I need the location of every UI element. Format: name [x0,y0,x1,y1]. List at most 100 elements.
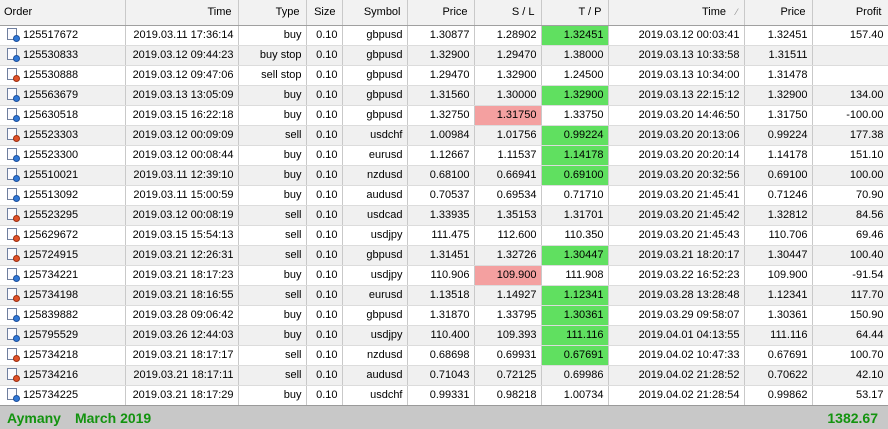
profit-cell: -100.00 [812,105,888,126]
column-header-sl[interactable]: S / L [474,0,542,26]
table-row[interactable]: 125523300 2019.03.12 00:08:44 buy 0.10 eurus… [0,145,888,166]
order-cell: 125734198 [0,285,126,306]
table-row[interactable]: 125563679 2019.03.13 13:05:09 buy 0.10 gbpus… [0,85,888,106]
size-cell: 0.10 [306,345,343,366]
profit-cell: 150.90 [812,305,888,326]
close-time-cell: 2019.03.29 09:58:07 [608,305,745,326]
size-cell: 0.10 [306,305,343,326]
order-number: 125530888 [23,69,79,81]
type-cell: buy [238,185,307,206]
close-price-cell: 0.99224 [744,125,813,146]
symbol-cell: gbpusd [342,105,408,126]
table-row[interactable]: 125530833 2019.03.12 09:44:23 buy stop 0.10… [0,45,888,66]
time-cell: 2019.03.15 15:54:13 [125,225,239,246]
buy-order-icon [7,28,20,42]
order-cell: 125795529 [0,325,126,346]
close-time-cell: 2019.03.20 20:20:14 [608,145,745,166]
order-cell: 125629672 [0,225,126,246]
time-cell: 2019.03.21 12:26:31 [125,245,239,266]
column-header-profit[interactable]: Profit [812,0,888,26]
profit-cell: 100.70 [812,345,888,366]
column-header-sl-label: S / L [511,6,535,19]
tp-cell: 0.69100 [541,165,609,186]
column-header-time[interactable]: Time [125,0,239,26]
table-row[interactable]: 125513092 2019.03.11 15:00:59 buy 0.10 audus… [0,185,888,206]
close-time-cell: 2019.04.02 21:28:54 [608,385,745,406]
table-row[interactable]: 125724915 2019.03.21 12:26:31 sell 0.10 gbpu… [0,245,888,266]
symbol-cell: usdcad [342,205,408,226]
table-row[interactable]: 125734198 2019.03.21 18:16:55 sell 0.10 euru… [0,285,888,306]
table-row[interactable]: 125530888 2019.03.12 09:47:06 sell stop 0.1… [0,65,888,86]
buy-order-icon [7,48,20,62]
order-cell: 125839882 [0,305,126,326]
sl-cell: 0.69931 [474,345,542,366]
table-row[interactable]: 125734216 2019.03.21 18:17:11 sell 0.10 audu… [0,365,888,386]
table-row[interactable]: 125629672 2019.03.15 15:54:13 sell 0.10 usdj… [0,225,888,246]
order-cell: 125734218 [0,345,126,366]
symbol-cell: eurusd [342,145,408,166]
column-header-close-time[interactable]: Time ⁄ [608,0,745,26]
column-header-symbol-label: Symbol [363,6,401,19]
table-row[interactable]: 125630518 2019.03.15 16:22:18 buy 0.10 gbpus… [0,105,888,126]
price-cell: 111.475 [407,225,475,246]
column-header-order[interactable]: Order [0,0,126,26]
symbol-cell: usdchf [342,125,408,146]
table-row[interactable]: 125734225 2019.03.21 18:17:29 buy 0.10 usdch… [0,385,888,406]
price-cell: 1.31451 [407,245,475,266]
table-row[interactable]: 125839882 2019.03.28 09:06:42 buy 0.10 gbpus… [0,305,888,326]
order-cell: 125724915 [0,245,126,266]
table-row[interactable]: 125795529 2019.03.26 12:44:03 buy 0.10 usdjp… [0,325,888,346]
column-header-close-price[interactable]: Price [744,0,813,26]
time-cell: 2019.03.21 18:17:11 [125,365,239,386]
order-number: 125530833 [23,49,79,61]
table-row[interactable]: 125510021 2019.03.11 12:39:10 buy 0.10 nzdus… [0,165,888,186]
order-number: 125629672 [23,229,79,241]
tp-cell: 1.33750 [541,105,609,126]
column-header-type-label: Type [275,6,300,19]
price-cell: 110.906 [407,265,475,286]
order-number: 125523295 [23,209,79,221]
sell-order-icon [7,68,20,82]
symbol-cell: nzdusd [342,165,408,186]
column-header-symbol[interactable]: Symbol [342,0,408,26]
column-header-tp[interactable]: T / P [541,0,609,26]
order-cell: 125734221 [0,265,126,286]
table-row[interactable]: 125523295 2019.03.12 00:08:19 sell 0.10 usdc… [0,205,888,226]
column-header-order-label: Order [4,6,33,19]
size-cell: 0.10 [306,145,343,166]
close-time-cell: 2019.03.13 10:34:00 [608,65,745,86]
tp-cell: 1.31701 [541,205,609,226]
profit-cell [812,45,888,66]
close-time-cell: 2019.03.13 22:15:12 [608,85,745,106]
table-row[interactable]: 125523303 2019.03.12 00:09:09 sell 0.10 usdc… [0,125,888,146]
sl-cell: 1.01756 [474,125,542,146]
order-cell: 125513092 [0,185,126,206]
tp-cell: 1.12341 [541,285,609,306]
table-row[interactable]: 125517672 2019.03.11 17:36:14 buy 0.10 gbpus… [0,25,888,46]
table-row[interactable]: 125734221 2019.03.21 18:17:23 buy 0.10 usdjp… [0,265,888,286]
buy-order-icon [7,108,20,122]
close-price-cell: 0.99862 [744,385,813,406]
sell-order-icon [7,208,20,222]
order-number: 125734225 [23,389,79,401]
price-cell: 1.29470 [407,65,475,86]
symbol-cell: gbpusd [342,305,408,326]
sl-cell: 1.32900 [474,65,542,86]
column-header-size[interactable]: Size [306,0,343,26]
close-time-cell: 2019.03.20 20:13:06 [608,125,745,146]
size-cell: 0.10 [306,45,343,66]
time-cell: 2019.03.15 16:22:18 [125,105,239,126]
sl-cell: 1.11537 [474,145,542,166]
sl-cell: 1.33795 [474,305,542,326]
column-header-price[interactable]: Price [407,0,475,26]
type-cell: buy [238,265,307,286]
close-time-cell: 2019.04.02 10:47:33 [608,345,745,366]
orders-table: Order Time Type Size Symbol Price S / L … [0,0,888,406]
sl-cell: 0.69534 [474,185,542,206]
price-cell: 1.00984 [407,125,475,146]
table-row[interactable]: 125734218 2019.03.21 18:17:17 sell 0.10 nzdu… [0,345,888,366]
price-cell: 0.71043 [407,365,475,386]
column-header-type[interactable]: Type [238,0,307,26]
column-header-time-label: Time [207,6,232,19]
buy-order-icon [7,328,20,342]
